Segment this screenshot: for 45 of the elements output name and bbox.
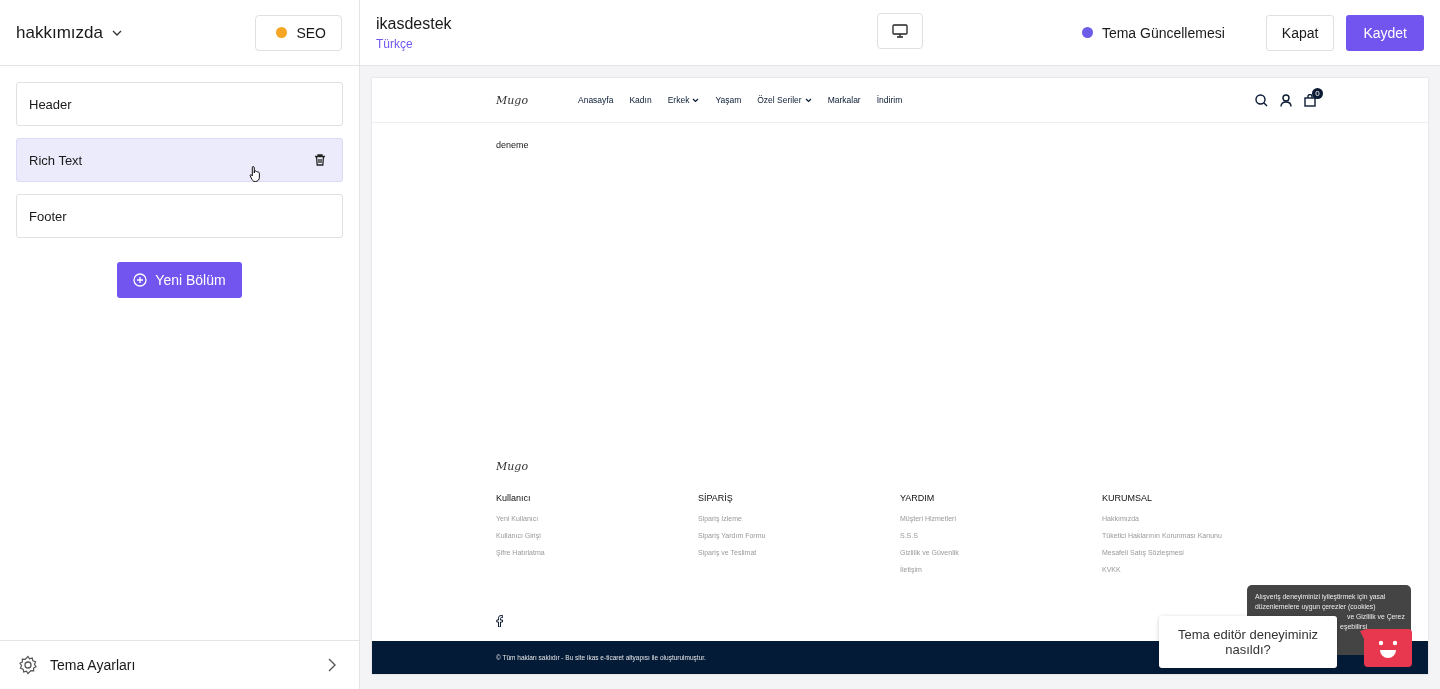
settings-icon xyxy=(18,655,38,675)
nav-link[interactable]: Kadın xyxy=(629,95,652,105)
footer-column-title: KURUMSAL xyxy=(1102,493,1153,503)
nav-link[interactable]: Markalar xyxy=(827,95,861,105)
nav-link[interactable]: İndirim xyxy=(876,95,903,105)
trash-icon[interactable] xyxy=(313,153,327,167)
cart-count-badge: 0 xyxy=(1312,87,1323,99)
save-button[interactable]: Kaydet xyxy=(1346,14,1424,51)
bag-icon[interactable] xyxy=(1304,93,1316,107)
nav-link[interactable]: Yaşam xyxy=(715,95,742,105)
theme-settings-label: Tema Ayarları xyxy=(50,657,137,673)
page-content-text: deneme xyxy=(496,140,529,150)
nav-link[interactable]: Anasayfa xyxy=(578,95,614,105)
new-section-button[interactable]: Yeni Bölüm xyxy=(117,262,242,298)
theme-update-label[interactable]: Tema Güncellemesi xyxy=(1101,24,1225,41)
facebook-icon[interactable] xyxy=(496,615,503,627)
footer-column-title: YARDIM xyxy=(900,493,936,503)
store-logo[interactable]: Mugo xyxy=(496,93,578,107)
section-item[interactable]: Rich Text xyxy=(16,138,343,182)
user-icon[interactable] xyxy=(1280,93,1292,107)
language-link[interactable]: Türkçe xyxy=(376,36,452,51)
chevron-right-icon xyxy=(328,658,337,672)
nav-link[interactable]: Erkek xyxy=(667,95,700,105)
section-item[interactable]: Footer xyxy=(16,194,343,238)
desktop-view-button[interactable] xyxy=(877,13,923,49)
hand-cursor-icon xyxy=(249,165,263,183)
store-name: ikasdestek xyxy=(376,14,452,33)
footer-logo[interactable]: Mugo xyxy=(496,460,578,473)
chevron-down-icon xyxy=(111,29,122,36)
section-item[interactable]: Header xyxy=(16,82,343,126)
section-label: Footer xyxy=(29,208,67,224)
section-label: Header xyxy=(29,96,72,112)
theme-settings-item[interactable]: Tema Ayarları xyxy=(0,640,359,689)
monitor-icon xyxy=(892,24,908,38)
nav-link[interactable]: Özel Seriler xyxy=(757,95,812,105)
seo-button[interactable]: SEO xyxy=(255,14,342,51)
page-selector[interactable]: hakkımızda xyxy=(16,22,122,43)
feedback-question: Tema editör deneyiminiz nasıldı? xyxy=(1176,627,1320,657)
close-button[interactable]: Kapat xyxy=(1265,14,1335,51)
footer-column-title: SİPARİŞ xyxy=(698,493,734,503)
plus-circle-icon xyxy=(133,273,148,287)
section-label: Rich Text xyxy=(29,152,83,168)
feedback-bubble[interactable]: Tema editör deneyiminiz nasıldı? xyxy=(1159,616,1337,668)
footer-column-title: Kullanıcı xyxy=(496,493,532,503)
search-icon[interactable] xyxy=(1255,93,1268,107)
